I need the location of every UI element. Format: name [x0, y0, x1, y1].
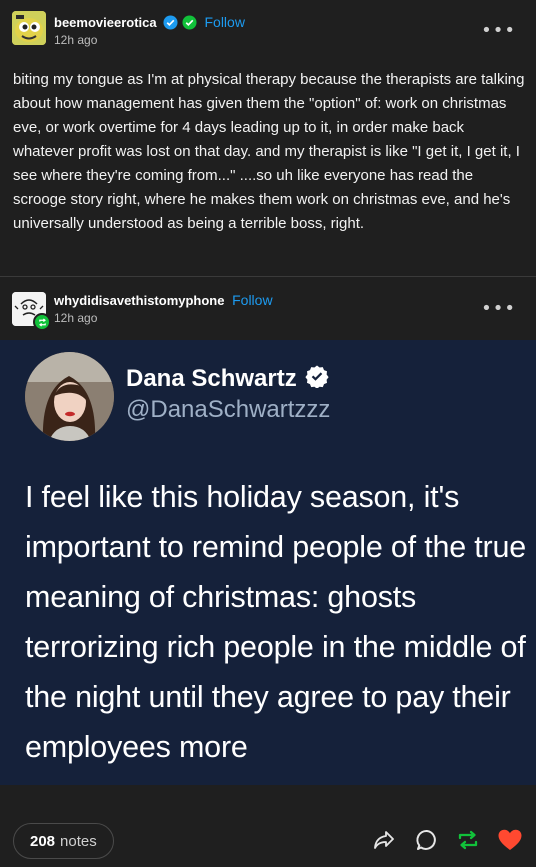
timestamp[interactable]: 12h ago [54, 311, 97, 325]
verified-icon [163, 15, 178, 33]
notes-label: notes [60, 832, 97, 850]
tweet-avatar [25, 352, 114, 441]
reply-icon[interactable] [413, 826, 441, 854]
notes-count: 208 [30, 832, 56, 850]
notes-button[interactable]: 208 notes [13, 823, 114, 859]
tweet-author-label: Dana Schwartz [126, 365, 297, 392]
more-options-icon[interactable]: ••• [481, 20, 516, 41]
post-body: biting my tongue as I'm at physical ther… [13, 71, 525, 232]
tweet-image: Dana Schwartz @DanaSchwartzzz I feel lik… [0, 340, 536, 785]
share-icon[interactable] [370, 826, 398, 854]
avatar[interactable] [12, 11, 46, 45]
reblog-header: whydidisavethistomyphone Follow 12h ago … [0, 278, 536, 338]
follow-button[interactable]: Follow [204, 14, 244, 30]
blog-name-label[interactable]: beemovieerotica [54, 15, 157, 30]
tweet-handle: @DanaSchwartzzz [126, 396, 331, 423]
blog-name[interactable]: beemovieerotica Follow [54, 14, 245, 33]
more-options-icon[interactable]: ••• [481, 298, 516, 319]
like-icon[interactable] [496, 826, 524, 854]
reblog-icon[interactable] [454, 826, 482, 854]
blog-name[interactable]: whydidisavethistomyphone Follow [54, 292, 273, 308]
verified-icon [305, 364, 329, 395]
tweet-text: I feel like this holiday season, it's im… [25, 480, 527, 764]
divider [0, 276, 536, 277]
reblog-badge-icon [33, 313, 51, 331]
badge-icon [182, 15, 197, 33]
timestamp[interactable]: 12h ago [54, 33, 97, 47]
follow-button[interactable]: Follow [232, 292, 272, 308]
blog-name-label[interactable]: whydidisavethistomyphone [54, 293, 224, 308]
tweet-author-name: Dana Schwartz [126, 364, 329, 395]
post-header: beemovieerotica Follow 12h ago ••• [0, 0, 536, 60]
